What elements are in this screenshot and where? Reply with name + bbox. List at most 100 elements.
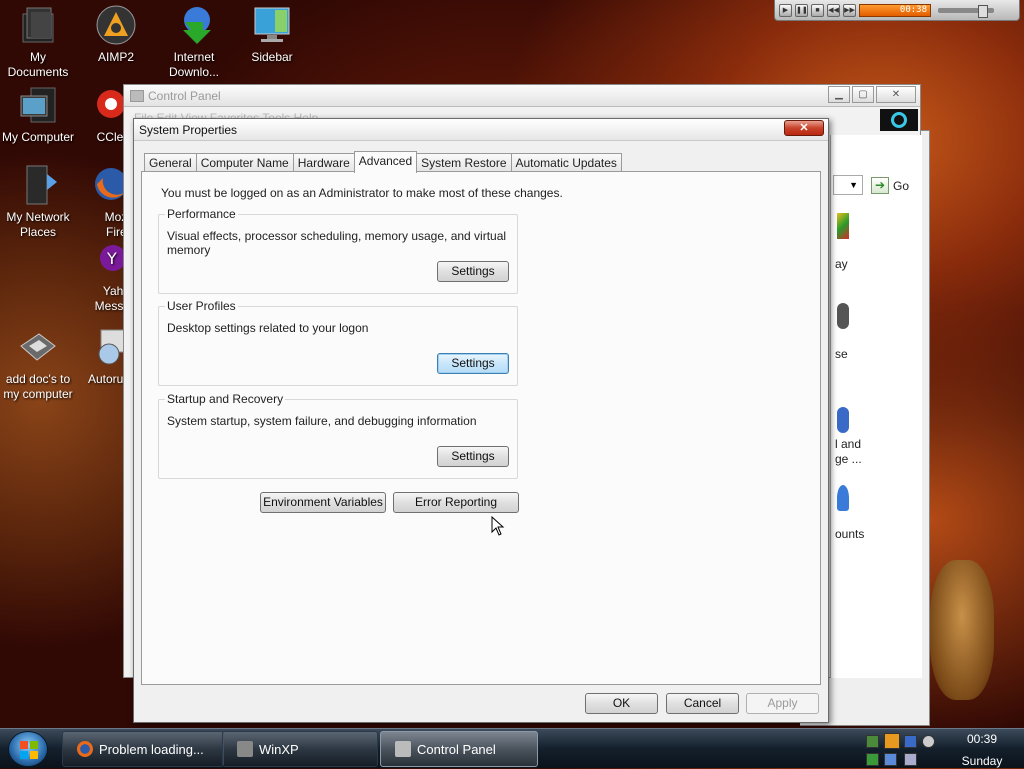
floppy-disk-icon <box>17 326 59 368</box>
svg-text:Y: Y <box>106 249 117 268</box>
admin-note: You must be logged on as an Administrato… <box>161 186 563 200</box>
tab-automatic-updates[interactable]: Automatic Updates <box>510 153 622 172</box>
clock-time: 00:39 <box>966 732 998 746</box>
go-button[interactable]: ➔ Go <box>871 177 909 194</box>
control-panel-item[interactable]: ounts <box>835 527 864 542</box>
desktop-icon-label: Sidebar <box>251 50 293 64</box>
cancel-button[interactable]: Cancel <box>666 693 739 714</box>
desktop-icon-internet-download[interactable]: Internet Downlo... <box>156 4 232 80</box>
display-icon <box>837 213 849 239</box>
control-panel-item[interactable]: ay <box>835 257 848 272</box>
play-icon[interactable]: ▶ <box>779 3 792 17</box>
window-icon <box>237 741 253 757</box>
taskbar-button-label: Control Panel <box>417 741 496 757</box>
address-dropdown[interactable]: ▼ <box>833 175 863 195</box>
minimize-icon[interactable]: ▁ <box>828 86 850 103</box>
group-description: Desktop settings related to your logon <box>167 321 369 335</box>
ccleaner-icon <box>83 84 125 126</box>
control-panel-title: Control Panel <box>148 88 221 103</box>
volume-icon[interactable] <box>904 753 917 766</box>
desktop-icon-aimp2[interactable]: AIMP2 <box>78 4 154 65</box>
group-description: Visual effects, processor scheduling, me… <box>167 229 507 257</box>
startup-recovery-group: Startup and Recovery System startup, sys… <box>158 392 518 479</box>
control-panel-item[interactable]: ge ... <box>835 452 862 467</box>
taskbar-button-winxp[interactable]: WinXP <box>222 731 378 767</box>
group-title: Performance <box>165 207 238 221</box>
desktop-icon-label: My Documents <box>7 50 69 79</box>
firefox-icon <box>77 741 93 757</box>
group-title: Startup and Recovery <box>165 392 286 406</box>
computer-icon <box>17 84 59 126</box>
apply-button[interactable]: Apply <box>746 693 819 714</box>
taskbar-button-label: Problem loading... <box>99 741 204 757</box>
desktop-icon-label: AIMP2 <box>97 50 134 64</box>
taskbar-button-control-panel[interactable]: Control Panel <box>380 731 538 767</box>
performance-settings-button[interactable]: Settings <box>437 261 509 282</box>
tray-app-icon[interactable] <box>922 735 935 748</box>
control-panel-icon <box>130 89 144 102</box>
taskbar-button-label: WinXP <box>259 741 299 757</box>
desktop-icon-label: My Network Places <box>6 210 70 239</box>
tray-app-icon[interactable] <box>904 735 917 748</box>
control-panel-titlebar: Control Panel <box>124 85 920 107</box>
globe-download-icon <box>173 4 215 46</box>
desktop-icon-label: My Computer <box>1 130 75 144</box>
tab-system-restore[interactable]: System Restore <box>416 153 512 172</box>
folder-icon <box>17 4 59 46</box>
desktop-icon-label: Internet Downlo... <box>168 50 220 79</box>
clock[interactable]: 00:39 Sunday <box>940 729 1024 769</box>
desktop-icon-my-network-places[interactable]: My Network Places <box>0 164 76 240</box>
tab-advanced[interactable]: Advanced <box>353 151 418 173</box>
tray-app-icon[interactable] <box>866 735 879 748</box>
system-tray <box>866 733 936 767</box>
desktop-icon-my-computer[interactable]: My Computer <box>0 84 76 145</box>
maximize-icon[interactable]: ▢ <box>852 86 874 103</box>
tab-strip: General Computer Name Hardware Advanced … <box>144 151 622 173</box>
tab-computer-name[interactable]: Computer Name <box>195 153 294 172</box>
control-panel-item[interactable]: se <box>835 347 848 362</box>
user-profiles-settings-button[interactable]: Settings <box>437 353 509 374</box>
control-panel-icon <box>395 741 411 757</box>
control-panel-item[interactable]: l and <box>835 437 861 452</box>
lion-cub-image <box>930 560 994 700</box>
windows-logo-icon <box>880 109 918 131</box>
network-icon[interactable] <box>884 753 897 766</box>
network-icon <box>17 164 59 206</box>
desktop-icon-add-docs[interactable]: add doc's to my computer <box>0 326 76 402</box>
start-button[interactable] <box>8 731 48 767</box>
close-icon[interactable]: ✕ <box>876 86 916 103</box>
yahoo-icon: Y <box>87 244 127 280</box>
next-icon[interactable]: ▶▶ <box>843 3 856 17</box>
previous-icon[interactable]: ◀◀ <box>827 3 840 17</box>
performance-group: Performance Visual effects, processor sc… <box>158 207 518 294</box>
error-reporting-button[interactable]: Error Reporting <box>393 492 519 513</box>
taskbar-button-firefox[interactable]: Problem loading... <box>62 731 224 767</box>
volume-slider[interactable] <box>938 4 994 18</box>
media-progress[interactable]: 00:38 <box>859 3 931 17</box>
group-title: User Profiles <box>165 299 238 313</box>
shield-icon[interactable] <box>866 753 879 766</box>
tab-hardware[interactable]: Hardware <box>292 153 355 172</box>
go-label: Go <box>893 178 910 193</box>
firefox-icon <box>87 164 127 206</box>
programs-icon <box>837 407 849 433</box>
pause-icon[interactable]: ❚❚ <box>795 3 808 17</box>
tray-app-icon[interactable] <box>884 733 900 749</box>
taskbar: Problem loading... WinXP Control Panel 0… <box>0 728 1024 768</box>
environment-variables-button[interactable]: Environment Variables <box>260 492 386 513</box>
desktop-icon-sidebar[interactable]: Sidebar <box>234 4 310 65</box>
dialog-title: System Properties <box>134 119 828 141</box>
group-description: System startup, system failure, and debu… <box>167 414 477 428</box>
desktop-icon-my-documents[interactable]: My Documents <box>0 4 76 80</box>
control-panel-content: ▼ ➔ Go ay se l and ge ... ounts <box>830 135 922 678</box>
close-icon[interactable]: ✕ <box>784 120 824 136</box>
media-player-bar: ▶ ❚❚ ■ ◀◀ ▶▶ 00:38 <box>774 0 1020 21</box>
arrow-right-icon: ➔ <box>871 177 889 194</box>
stop-icon[interactable]: ■ <box>811 3 824 17</box>
tab-general[interactable]: General <box>144 153 197 172</box>
ok-button[interactable]: OK <box>585 693 658 714</box>
startup-recovery-settings-button[interactable]: Settings <box>437 446 509 467</box>
clock-day: Sunday <box>961 754 1003 768</box>
user-profiles-group: User Profiles Desktop settings related t… <box>158 299 518 386</box>
aimp-icon <box>95 4 137 46</box>
